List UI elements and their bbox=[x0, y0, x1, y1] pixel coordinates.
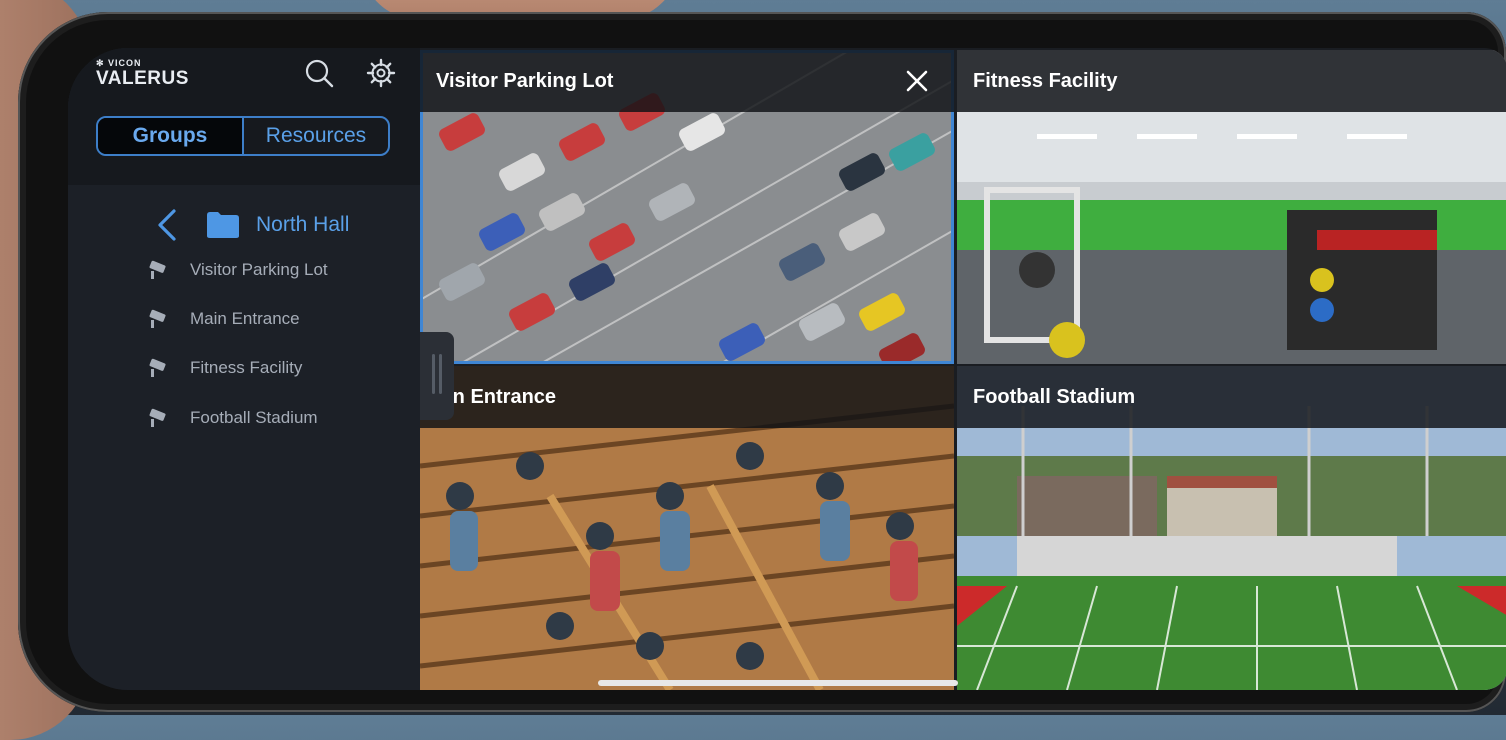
app-screen: ✻ VICON VALERUS Groups Resources North H… bbox=[68, 48, 1506, 690]
grip-line bbox=[439, 354, 442, 394]
home-indicator[interactable] bbox=[598, 680, 958, 686]
panel-resize-handle[interactable] bbox=[420, 332, 454, 420]
camera-icon bbox=[149, 408, 166, 427]
breadcrumb-folder-label[interactable]: North Hall bbox=[256, 213, 349, 237]
sidebar-header: ✻ VICON VALERUS Groups Resources bbox=[68, 48, 420, 185]
search-icon[interactable] bbox=[304, 58, 334, 88]
sidebar: ✻ VICON VALERUS Groups Resources North H… bbox=[68, 48, 420, 690]
back-chevron-icon[interactable] bbox=[156, 208, 178, 242]
tree-item-camera[interactable]: Main Entrance bbox=[148, 309, 300, 329]
tree-item-label: Main Entrance bbox=[190, 309, 300, 328]
camera-icon bbox=[149, 358, 166, 377]
breadcrumb: North Hall bbox=[156, 208, 349, 242]
tree-item-camera[interactable]: Football Stadium bbox=[148, 408, 318, 428]
view-segmented-control: Groups Resources bbox=[96, 116, 390, 156]
tab-resources[interactable]: Resources bbox=[244, 118, 388, 154]
tile-title: Visitor Parking Lot bbox=[420, 50, 954, 112]
tree-item-label: Visitor Parking Lot bbox=[190, 260, 328, 279]
camera-tile-stadium[interactable]: Football Stadium bbox=[957, 366, 1506, 690]
tree-item-label: Football Stadium bbox=[190, 408, 318, 427]
phone-frame: ✻ VICON VALERUS Groups Resources North H… bbox=[18, 12, 1506, 712]
tree-item-camera[interactable]: Visitor Parking Lot bbox=[148, 260, 328, 280]
camera-tile-fitness[interactable]: Fitness Facility bbox=[957, 50, 1506, 364]
tab-groups[interactable]: Groups bbox=[98, 118, 244, 154]
tile-title: Football Stadium bbox=[957, 366, 1506, 428]
folder-icon bbox=[207, 212, 239, 238]
camera-icon bbox=[149, 260, 166, 279]
camera-tile-parking[interactable]: Visitor Parking Lot bbox=[420, 50, 954, 364]
tile-title: ain Entrance bbox=[420, 366, 954, 428]
close-icon[interactable] bbox=[904, 68, 930, 94]
grip-line bbox=[432, 354, 435, 394]
camera-icon bbox=[149, 309, 166, 328]
tile-title: Fitness Facility bbox=[957, 50, 1506, 112]
tree-item-camera[interactable]: Fitness Facility bbox=[148, 358, 302, 378]
gear-icon[interactable] bbox=[366, 58, 396, 88]
logo: ✻ VICON VALERUS bbox=[96, 58, 189, 90]
logo-product: VALERUS bbox=[96, 68, 189, 89]
camera-tile-entrance[interactable]: ain Entrance bbox=[420, 366, 954, 690]
tree-item-label: Fitness Facility bbox=[190, 358, 303, 377]
